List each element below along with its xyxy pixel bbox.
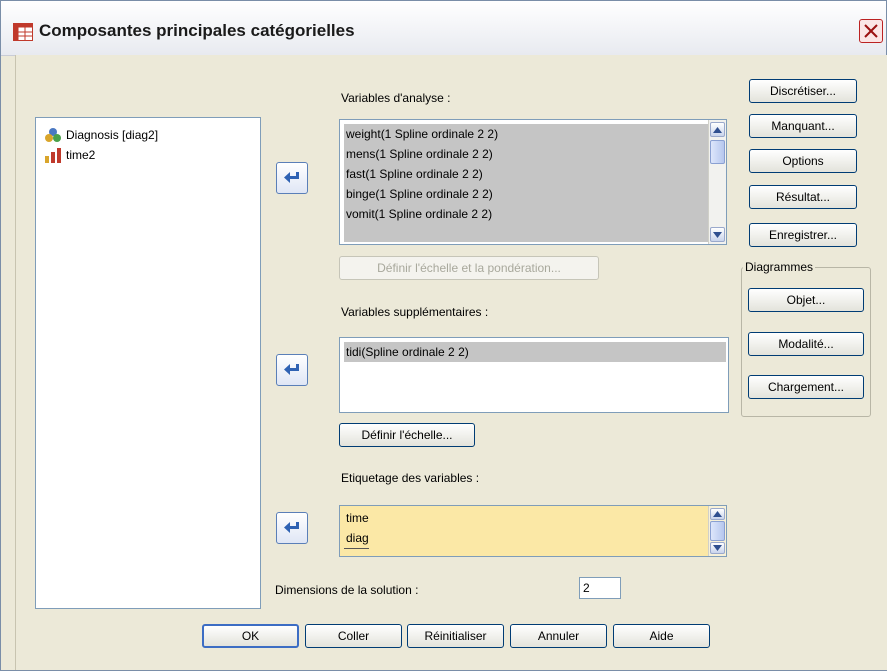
move-to-supplementary-button[interactable] (276, 354, 308, 386)
labeling-scrollbar[interactable] (708, 506, 726, 556)
spss-table-icon (13, 23, 33, 41)
scroll-thumb[interactable] (710, 140, 725, 164)
source-item-time2[interactable]: time2 (44, 146, 95, 164)
move-to-labeling-button[interactable] (276, 512, 308, 544)
source-item-label: Diagnosis [diag2] (66, 128, 159, 142)
title-bar: Composantes principales catégorielles (1, 1, 886, 56)
dialog-window: Composantes principales catégorielles Di… (0, 0, 887, 671)
list-item[interactable]: vomit(1 Spline ordinale 2 2) (344, 204, 708, 224)
arrow-up-icon (713, 126, 722, 133)
supplementary-variables-label: Variables supplémentaires : (341, 305, 489, 319)
arrow-down-icon (713, 231, 722, 238)
ok-button[interactable]: OK (202, 624, 299, 648)
define-scale-button[interactable]: Définir l'échelle... (339, 423, 475, 447)
labeling-variables-label: Etiquetage des variables : (341, 471, 480, 485)
loading-plot-button[interactable]: Chargement... (748, 375, 864, 399)
reset-button[interactable]: Réinitialiser (407, 624, 504, 648)
analysis-variables-label: Variables d'analyse : (341, 91, 451, 105)
list-item[interactable]: time (344, 508, 369, 528)
arrow-up-icon (713, 511, 722, 517)
arrow-left-icon (284, 522, 299, 533)
supplementary-variables-list[interactable]: tidi(Spline ordinale 2 2) (339, 337, 729, 413)
missing-button[interactable]: Manquant... (749, 114, 857, 138)
options-button[interactable]: Options (749, 149, 857, 173)
help-button[interactable]: Aide (613, 624, 710, 648)
paste-button[interactable]: Coller (305, 624, 402, 648)
scroll-down-button[interactable] (710, 227, 725, 242)
arrow-left-icon (284, 364, 299, 375)
list-item[interactable]: mens(1 Spline ordinale 2 2) (344, 144, 708, 164)
dimensions-field[interactable]: 2 (579, 577, 621, 599)
list-item[interactable]: fast(1 Spline ordinale 2 2) (344, 164, 708, 184)
list-item[interactable]: diag (344, 528, 369, 549)
list-item[interactable]: weight(1 Spline ordinale 2 2) (344, 124, 708, 144)
analysis-variables-list[interactable]: weight(1 Spline ordinale 2 2) mens(1 Spl… (339, 119, 727, 245)
save-button[interactable]: Enregistrer... (749, 223, 857, 247)
scale-variable-icon (45, 148, 61, 163)
dialog-title: Composantes principales catégorielles (39, 21, 355, 40)
cancel-button[interactable]: Annuler (510, 624, 607, 648)
source-item-diagnosis[interactable]: Diagnosis [diag2] (44, 126, 158, 144)
source-item-label: time2 (66, 148, 96, 162)
close-button[interactable] (859, 19, 883, 43)
labeling-variables-list[interactable]: time diag (339, 505, 727, 557)
dimensions-label: Dimensions de la solution : (275, 583, 419, 597)
output-button[interactable]: Résultat... (749, 185, 857, 209)
arrow-left-icon (284, 172, 299, 183)
scroll-down-button[interactable] (710, 542, 725, 554)
category-plot-button[interactable]: Modalité... (748, 332, 864, 356)
nominal-variable-icon (45, 128, 61, 142)
analysis-scrollbar[interactable] (708, 120, 726, 244)
discretize-button[interactable]: Discrétiser... (749, 79, 857, 103)
list-item-spacer (344, 224, 708, 242)
plots-group-label: Diagrammes (743, 260, 816, 274)
define-scale-weight-button[interactable]: Définir l'échelle et la pondération... (339, 256, 599, 280)
close-icon (864, 24, 878, 38)
move-to-analysis-button[interactable] (276, 162, 308, 194)
list-item[interactable]: binge(1 Spline ordinale 2 2) (344, 184, 708, 204)
object-plot-button[interactable]: Objet... (748, 288, 864, 312)
scroll-up-button[interactable] (710, 508, 725, 520)
list-item[interactable]: tidi(Spline ordinale 2 2) (344, 342, 726, 362)
scroll-thumb[interactable] (710, 521, 725, 541)
arrow-down-icon (713, 545, 722, 551)
scroll-up-button[interactable] (710, 122, 725, 137)
source-variable-list[interactable]: Diagnosis [diag2] time2 (35, 117, 261, 609)
